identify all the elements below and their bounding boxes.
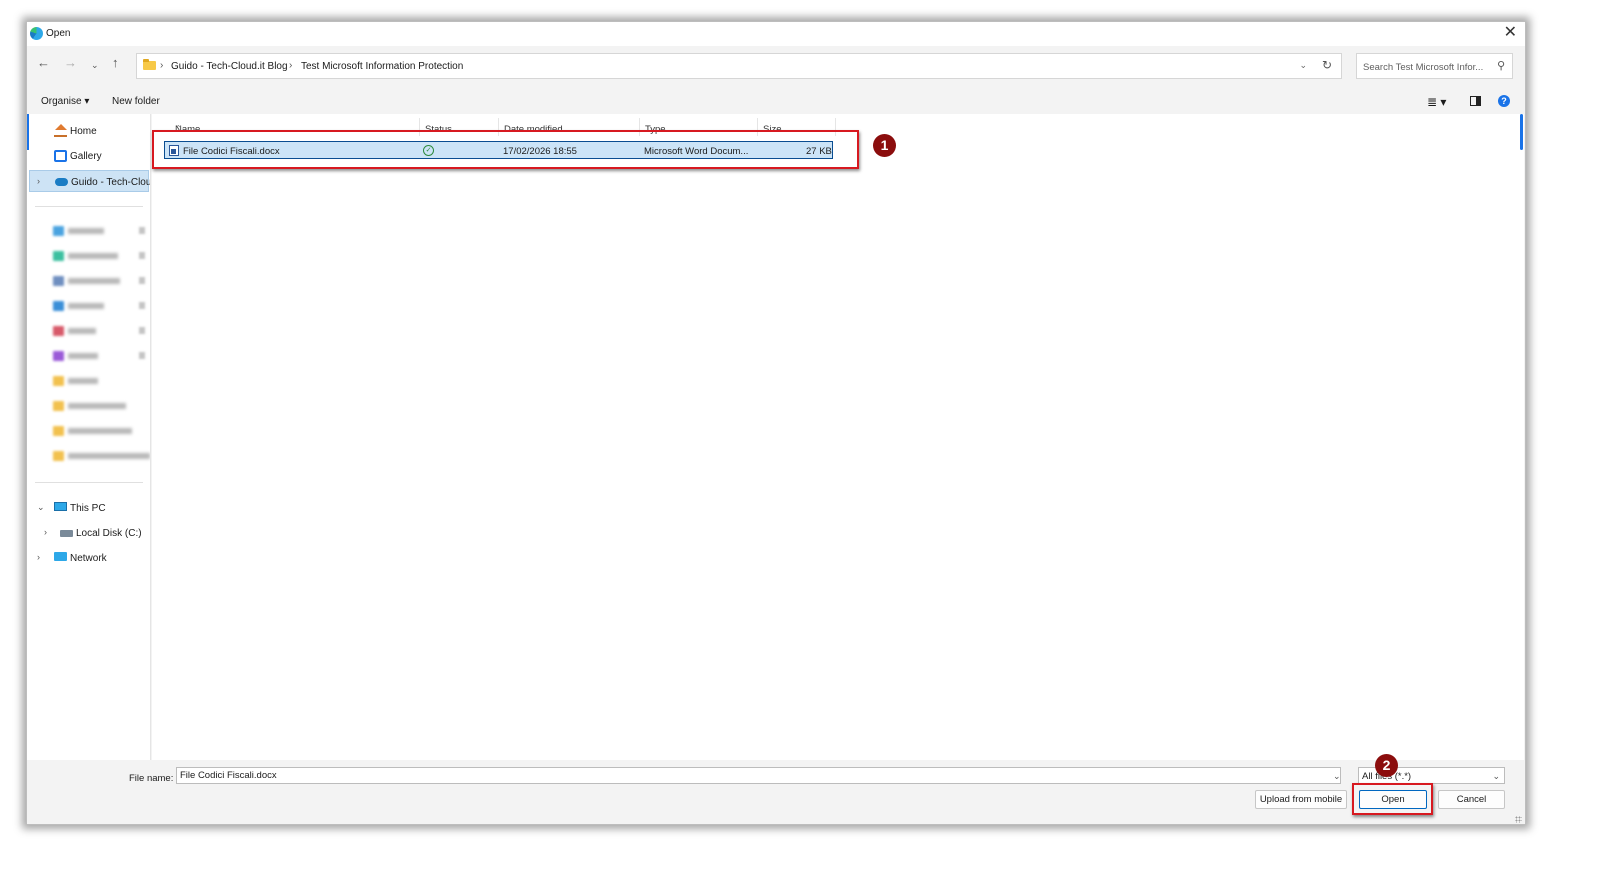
folder-icon (53, 276, 64, 286)
search-icon[interactable]: ⚲ (1497, 59, 1505, 72)
pin-icon (139, 252, 145, 259)
chevron-down-icon[interactable]: ⌄ (1333, 771, 1341, 782)
file-name-input[interactable] (176, 767, 1341, 784)
details-pane-icon[interactable] (1470, 96, 1481, 106)
breadcrumb-current-folder[interactable]: Test Microsoft Information Protection (301, 61, 463, 72)
upload-from-mobile-button[interactable]: Upload from mobile (1255, 790, 1347, 809)
search-input[interactable]: Search Test Microsoft Infor... ⚲ (1356, 53, 1513, 79)
sidebar-item-label: Gallery (70, 151, 102, 162)
forward-arrow-icon[interactable]: → (64, 56, 77, 70)
chevron-right-icon[interactable]: › (44, 527, 47, 537)
view-list-icon[interactable]: ≣ ▾ (1427, 95, 1446, 109)
folder-icon (53, 351, 64, 361)
sidebar-item-home[interactable]: Home (27, 120, 150, 142)
cancel-button[interactable]: Cancel (1438, 790, 1505, 809)
scrollbar[interactable] (1518, 114, 1524, 760)
pc-icon (54, 502, 67, 511)
sidebar-item-label: This PC (70, 503, 106, 514)
blurred-label (68, 328, 96, 334)
folder-icon (53, 426, 64, 436)
up-arrow-icon[interactable]: ↑ (112, 56, 119, 70)
chevron-down-icon[interactable]: ⌄ (37, 502, 45, 513)
navigation-pane: Home Gallery › Guido - Tech-Cloud.it Blo… (27, 114, 151, 760)
address-bar[interactable]: › Guido - Tech-Cloud.it Blog › Test Micr… (136, 53, 1342, 79)
folder-icon (143, 59, 156, 70)
pin-icon (139, 302, 145, 309)
home-icon (54, 124, 67, 137)
folder-icon (53, 226, 64, 236)
sidebar-divider (35, 206, 143, 207)
gallery-icon (54, 150, 67, 162)
sidebar-item-label: Local Disk (C:) (76, 528, 142, 539)
organise-menu[interactable]: Organise ▾ (41, 96, 89, 107)
blurred-label (68, 453, 150, 459)
blurred-label (68, 228, 104, 234)
dialog-footer: File name: ⌄ All files (*.*) ⌄ Upload fr… (27, 760, 1525, 824)
sidebar-item-this-pc[interactable]: ⌄ This PC (27, 497, 150, 519)
cloud-icon (55, 178, 68, 186)
pin-icon (139, 352, 145, 359)
blurred-label (68, 378, 98, 384)
new-folder-button[interactable]: New folder (112, 96, 160, 107)
blurred-label (68, 278, 120, 284)
app-icon (30, 27, 43, 40)
sidebar-item-network[interactable]: › Network (27, 547, 150, 569)
breadcrumb-separator: › (160, 60, 164, 71)
sidebar-item-label: Home (70, 126, 97, 137)
help-icon[interactable]: ? (1498, 95, 1510, 107)
file-list: Name ⌃ Status Date modified Type Size Fi… (152, 114, 1524, 760)
search-placeholder: Search Test Microsoft Infor... (1363, 62, 1484, 73)
sidebar-item-gallery[interactable]: Gallery (27, 145, 150, 167)
refresh-icon[interactable]: ↻ (1322, 58, 1332, 72)
chevron-down-icon[interactable]: ⌄ (1299, 60, 1307, 71)
breadcrumb-onedrive[interactable]: Guido - Tech-Cloud.it Blog (171, 61, 288, 72)
sidebar-item-onedrive[interactable]: › Guido - Tech-Cloud.it Blog (29, 170, 151, 192)
callout-highlight-file (152, 130, 859, 169)
folder-icon (53, 401, 64, 411)
sidebar-divider (35, 482, 143, 483)
network-icon (54, 552, 67, 561)
blurred-label (68, 428, 132, 434)
resize-grip[interactable] (1515, 816, 1522, 823)
chevron-right-icon[interactable]: › (37, 552, 40, 562)
blurred-label (68, 403, 126, 409)
chevron-down-icon: ⌄ (1492, 771, 1500, 781)
pin-icon (139, 277, 145, 284)
pin-icon (139, 327, 145, 334)
blurred-label (68, 253, 118, 259)
title-bar: Open ✕ (27, 22, 1525, 46)
callout-badge-1: 1 (873, 134, 896, 157)
sidebar-item-label: Network (70, 553, 107, 564)
folder-icon (53, 251, 64, 261)
recent-chevron-icon[interactable]: ⌄ (91, 58, 99, 72)
sidebar-item-local-disk[interactable]: › Local Disk (C:) (27, 522, 150, 544)
callout-badge-2: 2 (1375, 754, 1398, 777)
folder-icon (53, 326, 64, 336)
sidebar-item-label: Guido - Tech-Cloud.it Blog (71, 177, 151, 188)
scrollbar-thumb[interactable] (1520, 114, 1523, 150)
window-title: Open (46, 28, 71, 39)
chevron-right-icon[interactable]: › (37, 176, 40, 186)
folder-icon (53, 301, 64, 311)
close-button[interactable]: ✕ (1504, 23, 1517, 43)
command-bar: Organise ▾ New folder ≣ ▾ ? (27, 86, 1525, 114)
callout-highlight-open (1352, 783, 1433, 815)
blurred-label (68, 353, 98, 359)
back-arrow-icon[interactable]: ← (37, 56, 50, 70)
disk-icon (60, 530, 73, 537)
folder-icon (53, 451, 64, 461)
blurred-label (68, 303, 104, 309)
file-name-label: File name: (129, 773, 174, 784)
breadcrumb-separator: › (289, 60, 293, 71)
folder-icon (53, 376, 64, 386)
pin-icon (139, 227, 145, 234)
